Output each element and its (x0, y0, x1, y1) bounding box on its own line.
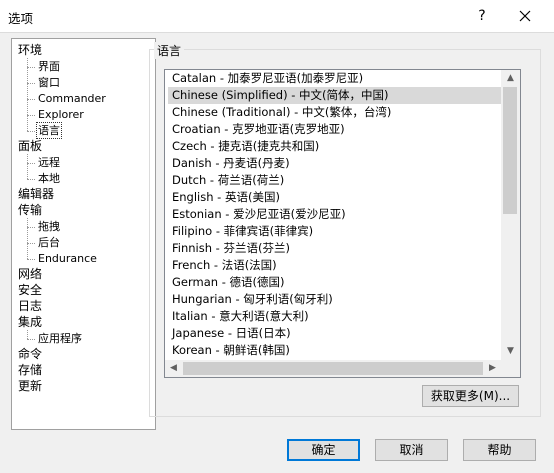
language-list-item[interactable]: Estonian - 爱沙尼亚语(爱沙尼亚) (168, 206, 502, 223)
tree-connector (27, 154, 28, 179)
tree-item[interactable]: 命令 (17, 347, 43, 362)
language-list-item[interactable]: Czech - 捷克语(捷克共和国) (168, 138, 502, 155)
tree-item[interactable]: 编辑器 (17, 187, 55, 202)
language-list-item[interactable]: Croatian - 克罗地亚语(克罗地亚) (168, 121, 502, 138)
tree-item[interactable]: 面板 (17, 139, 43, 154)
language-list-item[interactable]: Filipino - 菲律宾语(菲律宾) (168, 223, 502, 240)
tree-item[interactable]: 网络 (17, 267, 43, 282)
title-bar: 选项 ? (0, 0, 554, 32)
tree-item[interactable]: 日志 (17, 299, 43, 314)
language-list-item[interactable]: Danish - 丹麦语(丹麦) (168, 155, 502, 172)
language-group-title: 语言 (154, 42, 185, 59)
tree-item[interactable]: 环境 (17, 43, 43, 58)
tree-item[interactable]: 后台 (37, 235, 61, 250)
horizontal-scroll-thumb[interactable] (183, 362, 483, 375)
scroll-left-icon[interactable]: ◀ (165, 360, 182, 377)
options-tree[interactable]: 环境 界面 窗口 Commander Explorer 语言 面板 远程 本地 编辑器 传输 拖拽 后台… (11, 38, 156, 430)
tree-item[interactable]: 存储 (17, 363, 43, 378)
language-list-item[interactable]: Italian - 意大利语(意大利) (168, 308, 502, 325)
tree-item[interactable]: Endurance (37, 251, 98, 266)
help-title-button[interactable]: ? (470, 3, 494, 29)
tree-item[interactable]: 安全 (17, 283, 43, 298)
tree-connector (27, 83, 35, 84)
language-list-item[interactable]: Finnish - 芬兰语(芬兰) (168, 240, 502, 257)
scroll-down-icon[interactable]: ▼ (502, 343, 519, 360)
tree-item[interactable]: 语言 (36, 122, 62, 139)
tree-connector (27, 227, 35, 228)
tree-connector (27, 259, 35, 260)
tree-item[interactable]: 应用程序 (37, 331, 83, 346)
language-list-item[interactable]: Japanese - 日语(日本) (168, 325, 502, 342)
vertical-scroll-thumb[interactable] (503, 87, 517, 214)
language-list-item[interactable]: Dutch - 荷兰语(荷兰) (168, 172, 502, 189)
tree-item[interactable]: 窗口 (37, 75, 61, 90)
language-list-item[interactable]: Catalan - 加泰罗尼亚语(加泰罗尼亚) (168, 70, 502, 87)
tree-connector (27, 58, 28, 131)
language-list-item[interactable]: German - 德语(德国) (168, 274, 502, 291)
language-list-item[interactable]: French - 法语(法国) (168, 257, 502, 274)
tree-connector (27, 163, 35, 164)
tree-item[interactable]: 更新 (17, 379, 43, 394)
close-icon (519, 10, 531, 21)
language-list-item[interactable]: Chinese (Traditional) - 中文(繁体，台湾) (168, 104, 502, 121)
language-list-item[interactable]: Chinese (Simplified) - 中文(简体，中国) (168, 87, 502, 104)
window-title: 选项 (8, 11, 34, 26)
tree-item[interactable]: 集成 (17, 315, 43, 330)
tree-item[interactable]: Explorer (37, 107, 85, 122)
language-list-item[interactable]: English - 英语(美国) (168, 189, 502, 206)
tree-connector (27, 218, 28, 259)
language-list[interactable]: Korean - 朝鲜语(韩国) Japanese - 日语(日本) Italian… (164, 69, 521, 378)
tree-connector (27, 243, 35, 244)
tree-connector (27, 131, 35, 132)
tree-connector (27, 339, 35, 340)
tree-item[interactable]: 界面 (37, 59, 61, 74)
tree-item[interactable]: 本地 (37, 171, 61, 186)
scroll-up-icon[interactable]: ▲ (502, 70, 519, 87)
tree-item[interactable]: Commander (37, 91, 107, 106)
ok-button[interactable]: 确定 (287, 439, 360, 461)
tree-connector (27, 67, 35, 68)
close-button[interactable] (510, 3, 540, 29)
language-list-item[interactable]: Korean - 朝鲜语(韩国) (168, 342, 502, 359)
vertical-scrollbar[interactable]: ▲ ▼ (501, 70, 520, 360)
tree-item[interactable]: 远程 (37, 155, 61, 170)
tree-item[interactable]: 拖拽 (37, 219, 61, 234)
tree-connector (27, 179, 35, 180)
tree-connector (27, 99, 35, 100)
horizontal-scrollbar[interactable]: ◀ ▶ (165, 360, 501, 377)
get-more-button[interactable]: 获取更多(M)... (422, 385, 519, 407)
scroll-corner (501, 360, 520, 377)
help-button[interactable]: 帮助 (463, 439, 536, 461)
scroll-right-icon[interactable]: ▶ (484, 360, 501, 377)
tree-connector (27, 330, 28, 339)
language-list-item[interactable]: Hungarian - 匈牙利语(匈牙利) (168, 291, 502, 308)
cancel-button[interactable]: 取消 (375, 439, 448, 461)
tree-connector (27, 115, 35, 116)
tree-item[interactable]: 传输 (17, 203, 43, 218)
